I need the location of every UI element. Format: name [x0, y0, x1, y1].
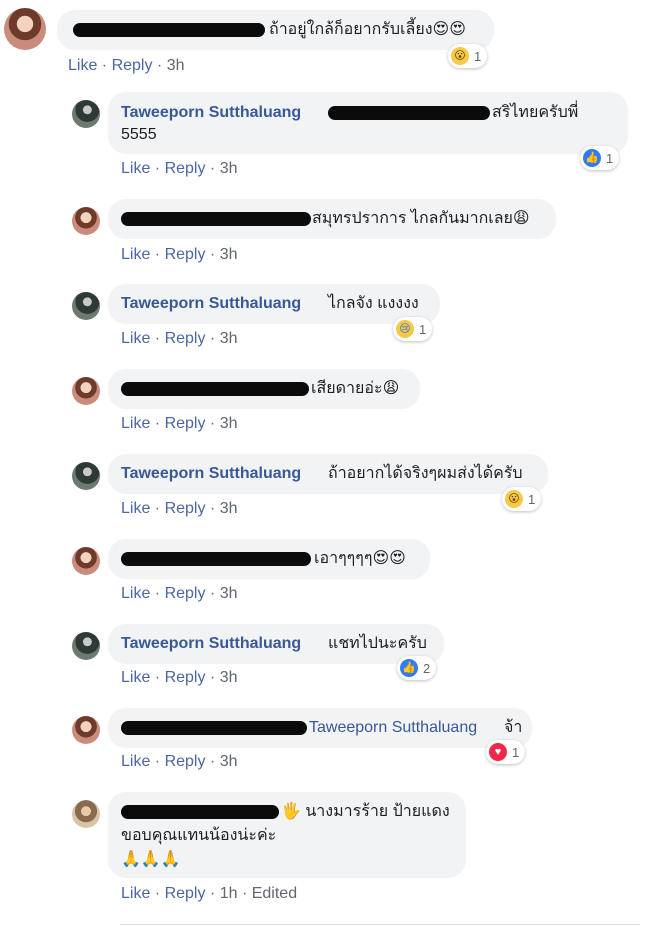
reply-link[interactable]: Reply: [165, 753, 206, 770]
comment-text: ถ้าอยากได้จริงๆผมส่งได้ครับ: [328, 465, 523, 482]
comment-bubble: Taweeporn Sutthaluang สริไทยครับพี่ 5555: [108, 92, 628, 154]
redacted-author-name: [121, 721, 307, 735]
comment-text-line2: ขอบคุณแทนน้องน่ะค่ะ: [121, 827, 277, 844]
avatar[interactable]: [72, 716, 100, 744]
comment-bubble: สมุทรปราการ ไกลกันมากเลย😩: [108, 199, 556, 239]
reply-link[interactable]: Reply: [165, 669, 206, 686]
redacted-author-name: [121, 382, 309, 396]
like-reaction-icon: 👍: [583, 149, 601, 167]
timestamp[interactable]: 3h: [220, 415, 238, 432]
redacted-text: [328, 106, 490, 120]
reply-link[interactable]: Reply: [165, 246, 206, 263]
like-link[interactable]: Like: [68, 57, 97, 74]
comment-text: เอาๆๆๆๆ😍😍: [314, 550, 406, 567]
timestamp[interactable]: 3h: [220, 669, 238, 686]
timestamp[interactable]: 3h: [220, 585, 238, 602]
avatar[interactable]: [72, 462, 100, 490]
edited-label[interactable]: Edited: [252, 885, 297, 902]
reaction-summary[interactable]: 👍 1: [580, 146, 620, 170]
timestamp[interactable]: 1h: [220, 885, 238, 902]
comment-text-line2: 5555: [121, 126, 157, 143]
like-link[interactable]: Like: [121, 885, 150, 902]
timestamp[interactable]: 3h: [167, 57, 185, 74]
reply-link[interactable]: Reply: [165, 415, 206, 432]
comment-text: 🖐 นางมารร้าย ป้ายแดง: [281, 803, 450, 820]
comment-bubble: ถ้าอยู่ใกล้ก็อยากรับเลี้ยง😍😍: [57, 10, 494, 50]
comment-text: ไกลจัง แงงงง: [328, 295, 419, 312]
reaction-summary[interactable]: 😢 1: [393, 317, 433, 341]
comment-bubble: 🖐 นางมารร้าย ป้ายแดง ขอบคุณแทนน้องน่ะค่ะ…: [108, 792, 466, 878]
avatar[interactable]: [72, 100, 100, 128]
like-link[interactable]: Like: [121, 500, 150, 517]
comment-actions: Like · Reply · 3h: [121, 500, 238, 517]
comment-actions: Like · Reply · 3h: [121, 585, 238, 602]
like-link[interactable]: Like: [121, 415, 150, 432]
like-link[interactable]: Like: [121, 585, 150, 602]
wow-reaction-icon: 😮: [451, 47, 469, 65]
mention-link[interactable]: Taweeporn Sutthaluang: [309, 717, 477, 739]
author-name[interactable]: Taweeporn Sutthaluang: [121, 463, 301, 485]
comment-bubble: เสียดายอ่ะ😩: [108, 369, 420, 409]
reply-link[interactable]: Reply: [165, 160, 206, 177]
love-reaction-icon: ♥: [489, 743, 507, 761]
like-link[interactable]: Like: [121, 246, 150, 263]
reply-link[interactable]: Reply: [165, 500, 206, 517]
comment-text: ถ้าอยู่ใกล้ก็อยากรับเลี้ยง😍😍: [269, 21, 466, 38]
reply-link[interactable]: Reply: [165, 885, 206, 902]
timestamp[interactable]: 3h: [220, 753, 238, 770]
comment-bubble: Taweeporn Sutthaluang แชทไปนะครับ: [108, 624, 444, 664]
comment-text: สมุทรปราการ ไกลกันมากเลย😩: [312, 210, 530, 227]
reply-link[interactable]: Reply: [112, 57, 153, 74]
comment-actions: Like · Reply · 3h: [121, 246, 238, 263]
comment-bubble: Taweeporn Sutthaluang ถ้าอยากได้จริงๆผมส…: [108, 454, 548, 494]
author-name[interactable]: Taweeporn Sutthaluang: [121, 102, 301, 124]
avatar[interactable]: [72, 292, 100, 320]
redacted-author-name: [73, 23, 265, 37]
comment-text: แชทไปนะครับ: [328, 635, 427, 652]
like-reaction-icon: 👍: [400, 659, 418, 677]
redacted-author-name: [121, 552, 311, 566]
avatar[interactable]: [72, 207, 100, 235]
redacted-author-name: [121, 805, 279, 819]
timestamp[interactable]: 3h: [220, 246, 238, 263]
avatar[interactable]: [72, 377, 100, 405]
comment-text: สริไทยครับพี่: [492, 104, 579, 121]
comment-bubble: Taweeporn Sutthaluang จ้า: [108, 708, 532, 748]
timestamp[interactable]: 3h: [220, 160, 238, 177]
like-link[interactable]: Like: [121, 160, 150, 177]
divider: [120, 924, 640, 925]
redacted-author-name: [121, 212, 311, 226]
comment-actions: Like · Reply · 1h · Edited: [121, 885, 298, 902]
comment-actions: Like · Reply · 3h: [121, 330, 238, 347]
reply-link[interactable]: Reply: [165, 330, 206, 347]
avatar[interactable]: [72, 547, 100, 575]
wow-reaction-icon: 😮: [505, 490, 523, 508]
sad-reaction-icon: 😢: [396, 320, 414, 338]
avatar[interactable]: [72, 800, 100, 828]
comment-actions: Like · Reply · 3h: [121, 160, 238, 177]
comment-text-line3: 🙏🙏🙏: [121, 851, 181, 868]
timestamp[interactable]: 3h: [220, 500, 238, 517]
comment-actions: Like · Reply · 3h: [121, 669, 238, 686]
like-link[interactable]: Like: [121, 330, 150, 347]
author-name[interactable]: Taweeporn Sutthaluang: [121, 293, 301, 315]
comment-actions: Like · Reply · 3h: [68, 57, 185, 74]
author-name[interactable]: Taweeporn Sutthaluang: [121, 633, 301, 655]
comment-bubble: เอาๆๆๆๆ😍😍: [108, 539, 430, 579]
avatar[interactable]: [72, 632, 100, 660]
timestamp[interactable]: 3h: [220, 330, 238, 347]
reaction-summary[interactable]: ♥ 1: [486, 740, 526, 764]
comment-text: จ้า: [504, 719, 523, 736]
reply-link[interactable]: Reply: [165, 585, 206, 602]
reaction-summary[interactable]: 😮 1: [502, 487, 542, 511]
comment-actions: Like · Reply · 3h: [121, 753, 238, 770]
comment-text: เสียดายอ่ะ😩: [311, 380, 400, 397]
comment-actions: Like · Reply · 3h: [121, 415, 238, 432]
reaction-summary[interactable]: 👍 2: [397, 656, 437, 680]
like-link[interactable]: Like: [121, 753, 150, 770]
avatar[interactable]: [4, 8, 46, 50]
like-link[interactable]: Like: [121, 669, 150, 686]
reaction-summary[interactable]: 😮 1: [448, 44, 488, 68]
comment-bubble: Taweeporn Sutthaluang ไกลจัง แงงงง: [108, 284, 440, 324]
